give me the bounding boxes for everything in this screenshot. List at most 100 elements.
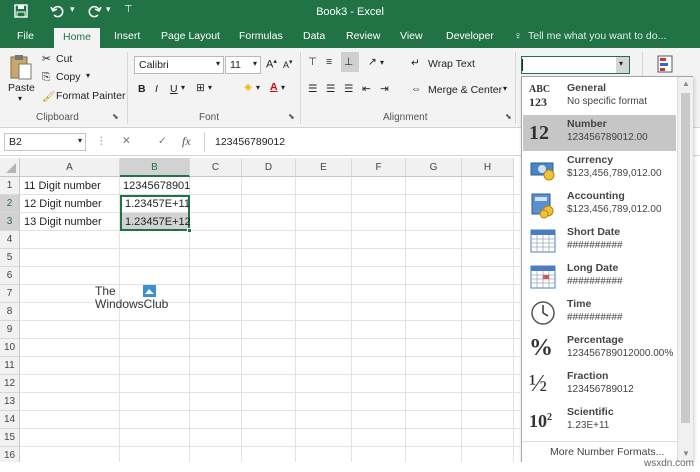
tab-insert[interactable]: Insert xyxy=(114,30,140,42)
cell-a2[interactable]: 12 Digit number xyxy=(21,195,119,213)
font-color-icon[interactable]: A xyxy=(270,81,278,93)
format-option-time[interactable]: Time ########## xyxy=(523,295,676,331)
tell-me-box[interactable]: Tell me what you want to do... xyxy=(528,30,666,42)
align-right-icon[interactable]: ☰ xyxy=(344,83,353,95)
cell-a3[interactable]: 13 Digit number xyxy=(21,213,119,231)
cell-a1[interactable]: 11 Digit number xyxy=(21,177,119,195)
column-header-a[interactable]: A xyxy=(20,158,120,177)
column-header-c[interactable]: C xyxy=(190,158,242,177)
formula-content[interactable]: 123456789012 xyxy=(215,136,285,148)
copy-dropdown-icon[interactable]: ▾ xyxy=(86,71,90,80)
scroll-down-icon[interactable]: ▼ xyxy=(682,449,690,458)
row-header-13[interactable]: 13 xyxy=(0,393,20,411)
column-header-b[interactable]: B xyxy=(120,158,190,177)
select-all-corner[interactable] xyxy=(0,158,20,177)
row-header-14[interactable]: 14 xyxy=(0,411,20,429)
alignment-launcher-icon[interactable]: ⬊ xyxy=(505,112,512,121)
align-top-icon[interactable]: ⊤ xyxy=(308,56,317,68)
borders-icon[interactable]: ⊞ xyxy=(196,82,205,94)
tab-view[interactable]: View xyxy=(400,30,423,42)
paste-button[interactable]: Paste xyxy=(8,82,35,94)
row-header-8[interactable]: 8 xyxy=(0,303,20,321)
align-left-icon[interactable]: ☰ xyxy=(308,83,317,95)
format-option-percentage[interactable]: % Percentage 123456789012000.00% xyxy=(523,331,676,367)
align-center-icon[interactable]: ☰ xyxy=(326,83,335,95)
format-option-accounting[interactable]: Accounting $123,456,789,012.00 xyxy=(523,187,676,223)
tab-page-layout[interactable]: Page Layout xyxy=(161,30,220,42)
name-box[interactable]: B2 ▾ xyxy=(4,133,86,151)
format-painter-icon[interactable]: 🖌 xyxy=(42,90,55,103)
clipboard-launcher-icon[interactable]: ⬊ xyxy=(112,112,119,121)
row-header-2[interactable]: 2 xyxy=(0,195,20,213)
copy-button[interactable]: Copy xyxy=(56,71,81,83)
increase-font-icon[interactable]: A▴ xyxy=(266,57,277,71)
font-size-box[interactable]: 11 ▾ xyxy=(225,56,261,74)
column-header-d[interactable]: D xyxy=(242,158,296,177)
wrap-text-button[interactable]: Wrap Text xyxy=(428,58,475,70)
column-header-h[interactable]: H xyxy=(462,158,514,177)
scroll-thumb[interactable] xyxy=(681,93,690,423)
column-header-g[interactable]: G xyxy=(406,158,462,177)
format-option-currency[interactable]: Currency $123,456,789,012.00 xyxy=(523,151,676,187)
more-number-formats-link[interactable]: More Number Formats... xyxy=(550,446,664,458)
column-header-f[interactable]: F xyxy=(352,158,406,177)
row-header-4[interactable]: 4 xyxy=(0,231,20,249)
wrap-text-icon[interactable]: ↵ xyxy=(411,57,420,69)
row-header-11[interactable]: 11 xyxy=(0,357,20,375)
copy-icon[interactable]: ⎘ xyxy=(42,71,50,84)
decrease-font-icon[interactable]: A▾ xyxy=(283,58,293,70)
row-header-12[interactable]: 12 xyxy=(0,375,20,393)
scroll-up-icon[interactable]: ▲ xyxy=(682,79,690,88)
fill-handle[interactable] xyxy=(187,228,192,233)
tab-home[interactable]: Home xyxy=(54,28,101,48)
cell-b3[interactable]: 1.23457E+12 xyxy=(120,213,191,231)
enter-icon[interactable]: ✓ xyxy=(158,135,167,147)
cell-b2[interactable]: 1.23457E+11 xyxy=(120,195,190,213)
format-option-long-date[interactable]: Long Date ########## xyxy=(523,259,676,295)
merge-center-icon[interactable]: ⇔ xyxy=(411,83,422,95)
row-header-10[interactable]: 10 xyxy=(0,339,20,357)
cut-icon[interactable]: ✂ xyxy=(42,53,51,65)
insert-function-button[interactable]: fx xyxy=(182,134,191,149)
tab-developer[interactable]: Developer xyxy=(446,30,494,42)
tab-formulas[interactable]: Formulas xyxy=(239,30,283,42)
row-header-6[interactable]: 6 xyxy=(0,267,20,285)
align-bottom-icon[interactable]: ⊥ xyxy=(341,52,359,72)
row-header-7[interactable]: 7 xyxy=(0,285,20,303)
paste-icon[interactable] xyxy=(9,54,33,83)
row-header-5[interactable]: 5 xyxy=(0,249,20,267)
tab-file[interactable]: File xyxy=(17,30,34,42)
row-header-3[interactable]: 3 xyxy=(0,213,20,231)
format-option-scientific[interactable]: 102 Scientific 1.23E+11 xyxy=(523,403,676,439)
merge-dropdown-icon[interactable]: ▾ xyxy=(503,84,507,93)
row-header-9[interactable]: 9 xyxy=(0,321,20,339)
cancel-icon[interactable]: ✕ xyxy=(122,135,131,147)
format-option-fraction[interactable]: ½ Fraction 123456789012 xyxy=(523,367,676,403)
align-middle-icon[interactable]: ≡ xyxy=(326,56,332,68)
bold-button[interactable]: B xyxy=(138,83,146,95)
increase-indent-icon[interactable]: ⇥ xyxy=(380,83,389,95)
underline-dropdown-icon[interactable]: ▾ xyxy=(181,83,185,92)
number-format-box[interactable]: ▾ xyxy=(521,56,630,74)
underline-button[interactable]: U xyxy=(170,83,178,95)
orientation-icon[interactable]: ↗ xyxy=(368,56,377,68)
format-option-short-date[interactable]: Short Date ########## xyxy=(523,223,676,259)
chevron-down-icon[interactable]: ▾ xyxy=(616,57,629,73)
row-header-15[interactable]: 15 xyxy=(0,429,20,447)
borders-dropdown-icon[interactable]: ▾ xyxy=(208,83,212,92)
dropdown-scrollbar[interactable]: ▲ ▼ xyxy=(677,77,693,462)
format-option-number[interactable]: 12 Number 123456789012.00 xyxy=(523,115,676,151)
tab-review[interactable]: Review xyxy=(346,30,380,42)
font-color-dropdown-icon[interactable]: ▾ xyxy=(281,83,285,92)
orientation-dropdown-icon[interactable]: ▾ xyxy=(380,58,384,67)
font-launcher-icon[interactable]: ⬊ xyxy=(288,112,295,121)
row-header-1[interactable]: 1 xyxy=(0,177,20,195)
paste-dropdown-icon[interactable]: ▾ xyxy=(18,94,22,103)
format-painter-button[interactable]: Format Painter xyxy=(56,90,125,102)
fill-color-icon[interactable]: ◈ xyxy=(244,81,252,93)
font-name-box[interactable]: Calibri ▾ xyxy=(134,56,224,74)
fill-color-dropdown-icon[interactable]: ▾ xyxy=(256,83,260,92)
format-option-general[interactable]: ABC 123 General No specific format xyxy=(523,79,676,115)
cut-button[interactable]: Cut xyxy=(56,53,72,65)
italic-button[interactable]: I xyxy=(155,83,158,95)
